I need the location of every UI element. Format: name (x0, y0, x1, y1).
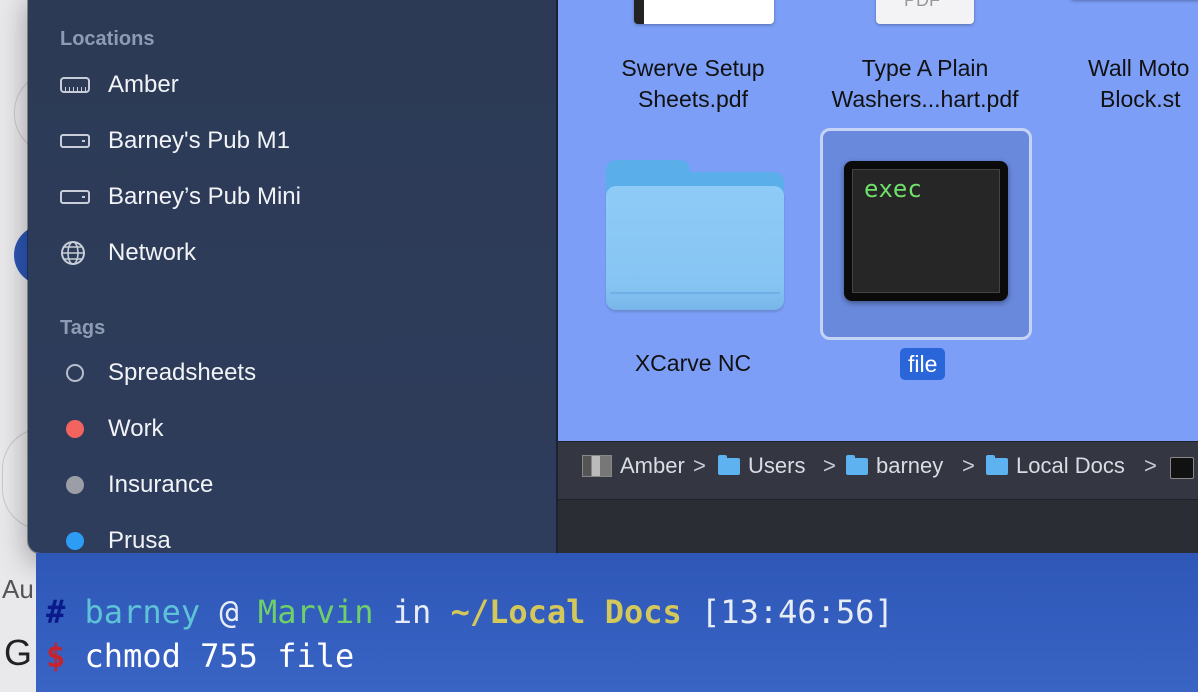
path-separator: > (1144, 453, 1157, 478)
sidebar-item-label: Barney’s Pub Mini (108, 183, 301, 210)
sidebar-item-label: Amber (108, 71, 179, 98)
exec-label: exec (864, 175, 922, 203)
prompt-hash: # (46, 593, 66, 631)
terminal-exec-icon[interactable]: exec (844, 161, 1008, 301)
path-item-local-docs[interactable]: Local Docs (986, 446, 1125, 486)
pdf-thumbnail[interactable] (634, 0, 774, 24)
finder-sidebar: Locations Amber Barney's Pub M1 Barney’s… (28, 0, 556, 553)
terminal-window[interactable]: # barney @ Marvin in ~/Local Docs [13:46… (36, 553, 1198, 692)
tag-dot-icon (60, 417, 94, 441)
folder-icon (986, 454, 1008, 475)
sidebar-tag-prusa[interactable]: Prusa (60, 521, 540, 553)
exec-file-mini-icon[interactable] (1170, 457, 1194, 479)
path-item-barney[interactable]: barney (846, 446, 943, 486)
folder-icon (718, 454, 740, 475)
sidebar-item-label: Work (108, 415, 164, 442)
sidebar-tag-insurance[interactable]: Insurance (60, 465, 540, 505)
drive-icon (60, 129, 94, 153)
sidebar-item-barneys-pub-mini[interactable]: Barney’s Pub Mini (60, 177, 540, 217)
sidebar-item-label: Network (108, 239, 197, 266)
prompt-host: Marvin (257, 593, 374, 631)
sidebar-item-network[interactable]: Network (60, 233, 540, 273)
terminal-command: chmod 755 file (84, 637, 355, 675)
prompt-in: in (392, 593, 432, 631)
sidebar-item-amber[interactable]: Amber (60, 65, 540, 105)
amber-thumbnail-icon (582, 455, 612, 477)
terminal-command-line: $ chmod 755 file (46, 637, 354, 675)
folder-label[interactable]: XCarve NC (598, 348, 788, 379)
sidebar-item-label: Barney's Pub M1 (108, 127, 291, 154)
prompt-at: @ (219, 593, 239, 631)
prompt-time: [13:46:56] (701, 593, 894, 631)
file-label[interactable]: Wall Moto Block.st (1088, 53, 1198, 115)
tag-dot-icon (60, 473, 94, 497)
tag-dot-icon (60, 361, 94, 385)
prompt-user: barney (84, 593, 201, 631)
sidebar-item-label: Insurance (108, 471, 214, 498)
prompt-dollar: $ (46, 637, 66, 675)
sidebar-item-label: Spreadsheets (108, 359, 257, 386)
sidebar-tag-spreadsheets[interactable]: Spreadsheets (60, 353, 540, 393)
path-separator: > (962, 453, 975, 478)
pdf-thumbnail[interactable]: PDF (876, 0, 974, 24)
prompt-cwd: ~/Local Docs (450, 593, 682, 631)
background-text: Au (2, 574, 34, 604)
status-bar (558, 499, 1198, 553)
external-drive-icon (60, 73, 94, 97)
file-grid[interactable]: PDF Swerve Setup Sheets.pdf Type A Plain W… (558, 0, 1198, 441)
file-label[interactable]: Swerve Setup Sheets.pdf (598, 53, 788, 115)
file-label[interactable]: Type A Plain Washers...hart.pdf (820, 53, 1030, 115)
selected-file-label[interactable]: file (900, 348, 946, 380)
sidebar-item-label: Prusa (108, 527, 171, 553)
drive-icon (60, 185, 94, 209)
sidebar-tag-work[interactable]: Work (60, 409, 540, 449)
sidebar-section-tags: Tags (60, 317, 106, 339)
path-separator: > (823, 453, 836, 478)
sidebar-section-locations: Locations (60, 28, 155, 50)
terminal-prompt-line: # barney @ Marvin in ~/Local Docs [13:46… (46, 593, 894, 631)
sidebar-item-barneys-pub-m1[interactable]: Barney's Pub M1 (60, 121, 540, 161)
finder-window: Locations Amber Barney's Pub M1 Barney’s… (28, 0, 1198, 553)
path-separator: > (693, 453, 706, 478)
pdf-thumbnail-text: PDF (904, 0, 940, 10)
globe-icon (60, 241, 94, 265)
folder-icon[interactable] (606, 160, 784, 310)
home-folder-icon (846, 454, 868, 475)
path-item-users[interactable]: Users (718, 446, 805, 486)
tag-dot-icon (60, 529, 94, 553)
path-item-amber[interactable]: Amber (582, 446, 685, 486)
background-text-2: G (4, 632, 33, 673)
